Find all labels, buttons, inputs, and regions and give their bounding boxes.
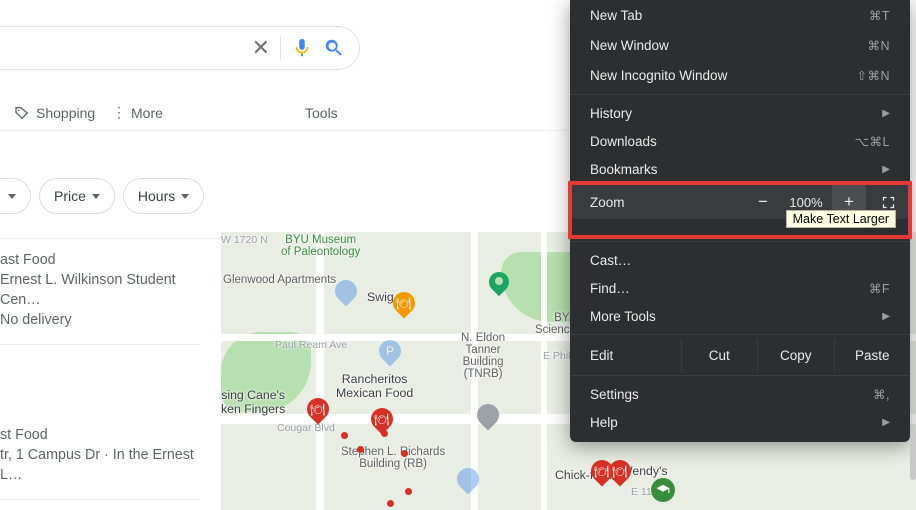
shortcut: ⌘, bbox=[873, 387, 890, 402]
chevron-right-icon: ▶ bbox=[882, 108, 890, 119]
search-icon[interactable] bbox=[323, 37, 345, 59]
search-box[interactable]: ✕ bbox=[0, 26, 360, 70]
result-line: tr, 1 Campus Dr · In the Ernest L… bbox=[0, 445, 198, 485]
menu-label: New Tab bbox=[590, 8, 642, 23]
menu-label: Help bbox=[590, 415, 618, 430]
chevron-down-icon bbox=[181, 194, 189, 199]
menu-help[interactable]: Help ▶ bbox=[570, 408, 910, 436]
result-item[interactable]: st Food tr, 1 Campus Dr · In the Ernest … bbox=[0, 417, 200, 500]
graduation-icon[interactable] bbox=[651, 478, 675, 502]
map-label: N. EldonTannerBuilding(TNRB) bbox=[461, 332, 505, 380]
kebab-icon: ⋮ bbox=[112, 104, 125, 121]
menu-paste[interactable]: Paste bbox=[834, 339, 910, 371]
menu-new-tab[interactable]: New Tab ⌘T bbox=[570, 0, 910, 30]
menu-new-incognito[interactable]: New Incognito Window ⇧⌘N bbox=[570, 60, 910, 90]
chip-price-label: Price bbox=[54, 188, 86, 204]
chevron-right-icon: ▶ bbox=[882, 417, 890, 428]
tab-more[interactable]: ⋮ More bbox=[112, 104, 163, 121]
tooltip-make-text-larger: Make Text Larger bbox=[786, 210, 896, 228]
clear-icon[interactable]: ✕ bbox=[252, 35, 270, 61]
menu-label: New Incognito Window bbox=[590, 68, 727, 83]
menu-downloads[interactable]: Downloads ⌥⌘L bbox=[570, 127, 910, 155]
scrollbar[interactable] bbox=[910, 430, 916, 480]
menu-settings[interactable]: Settings ⌘, bbox=[570, 380, 910, 408]
menu-cut[interactable]: Cut bbox=[681, 339, 757, 371]
map-label: BYU Museumof Paleontology bbox=[281, 234, 360, 258]
tab-shopping-label: Shopping bbox=[36, 105, 95, 121]
tab-tools[interactable]: Tools bbox=[305, 105, 338, 121]
search-tabs: Shopping ⋮ More Tools bbox=[0, 95, 566, 131]
result-line: Ernest L. Wilkinson Student Cen… bbox=[0, 270, 198, 310]
shortcut: ⌘N bbox=[867, 38, 890, 53]
zoom-out-button[interactable]: − bbox=[746, 185, 780, 219]
result-line: No delivery bbox=[0, 310, 198, 330]
menu-label: Settings bbox=[590, 387, 639, 402]
menu-new-window[interactable]: New Window ⌘N bbox=[570, 30, 910, 60]
chip-hours-label: Hours bbox=[138, 188, 175, 204]
result-type: st Food bbox=[0, 425, 198, 445]
chevron-right-icon: ▶ bbox=[882, 164, 890, 175]
chip-hours[interactable]: Hours bbox=[123, 178, 204, 214]
menu-label: New Window bbox=[590, 38, 669, 53]
menu-edit-label: Edit bbox=[570, 339, 681, 371]
browser-menu: New Tab ⌘T New Window ⌘N New Incognito Win… bbox=[570, 0, 910, 442]
chip-truncated[interactable] bbox=[0, 178, 31, 214]
map-pin[interactable] bbox=[452, 463, 483, 494]
map-label: Glenwood Apartments bbox=[223, 274, 336, 286]
map-dot[interactable] bbox=[357, 446, 364, 453]
shortcut: ⇧⌘N bbox=[856, 68, 890, 83]
chevron-down-icon bbox=[8, 194, 16, 199]
divider bbox=[280, 36, 281, 60]
tab-shopping[interactable]: Shopping bbox=[14, 105, 95, 121]
menu-label: Downloads bbox=[590, 134, 657, 149]
menu-label: Find… bbox=[590, 281, 630, 296]
map-label: Swig bbox=[367, 290, 394, 304]
map-label: Paul Ream Ave bbox=[275, 339, 347, 351]
map-label: Cougar Blvd bbox=[277, 422, 335, 434]
tab-tools-label: Tools bbox=[305, 105, 338, 121]
menu-label: Zoom bbox=[590, 195, 746, 210]
shortcut: ⌥⌘L bbox=[855, 134, 890, 149]
menu-label: Cast… bbox=[590, 253, 631, 268]
map-pin-park[interactable] bbox=[489, 272, 509, 300]
map-dot[interactable] bbox=[405, 488, 412, 495]
menu-label: History bbox=[590, 106, 632, 121]
menu-label: More Tools bbox=[590, 309, 656, 324]
mic-icon[interactable] bbox=[291, 37, 313, 59]
chevron-down-icon bbox=[92, 194, 100, 199]
map-label: RancheritosMexican Food bbox=[336, 372, 413, 400]
map-dot[interactable] bbox=[387, 500, 394, 507]
shortcut: ⌘T bbox=[869, 8, 890, 23]
fullscreen-icon[interactable] bbox=[866, 195, 910, 210]
menu-cast[interactable]: Cast… bbox=[570, 246, 910, 274]
shortcut: ⌘F bbox=[869, 281, 890, 296]
result-item[interactable]: ast Food Ernest L. Wilkinson Student Cen… bbox=[0, 242, 200, 345]
tab-more-label: More bbox=[131, 105, 163, 121]
menu-history[interactable]: History ▶ bbox=[570, 99, 910, 127]
zoom-percent: 100% bbox=[780, 195, 832, 210]
menu-more-tools[interactable]: More Tools ▶ bbox=[570, 302, 910, 330]
map-dot[interactable] bbox=[401, 450, 408, 457]
chip-price[interactable]: Price bbox=[39, 178, 115, 214]
menu-find[interactable]: Find… ⌘F bbox=[570, 274, 910, 302]
map-label: W 1720 N bbox=[221, 234, 268, 246]
map-dot[interactable] bbox=[341, 432, 348, 439]
menu-edit-row: Edit Cut Copy Paste bbox=[570, 339, 910, 371]
menu-bookmarks[interactable]: Bookmarks ▶ bbox=[570, 155, 910, 183]
map-dot[interactable] bbox=[381, 430, 388, 437]
menu-label: Bookmarks bbox=[590, 162, 658, 177]
result-type: ast Food bbox=[0, 250, 198, 270]
menu-copy[interactable]: Copy bbox=[757, 339, 833, 371]
chevron-right-icon: ▶ bbox=[882, 311, 890, 322]
map-label: sing Cane'sken Fingers bbox=[221, 388, 285, 416]
